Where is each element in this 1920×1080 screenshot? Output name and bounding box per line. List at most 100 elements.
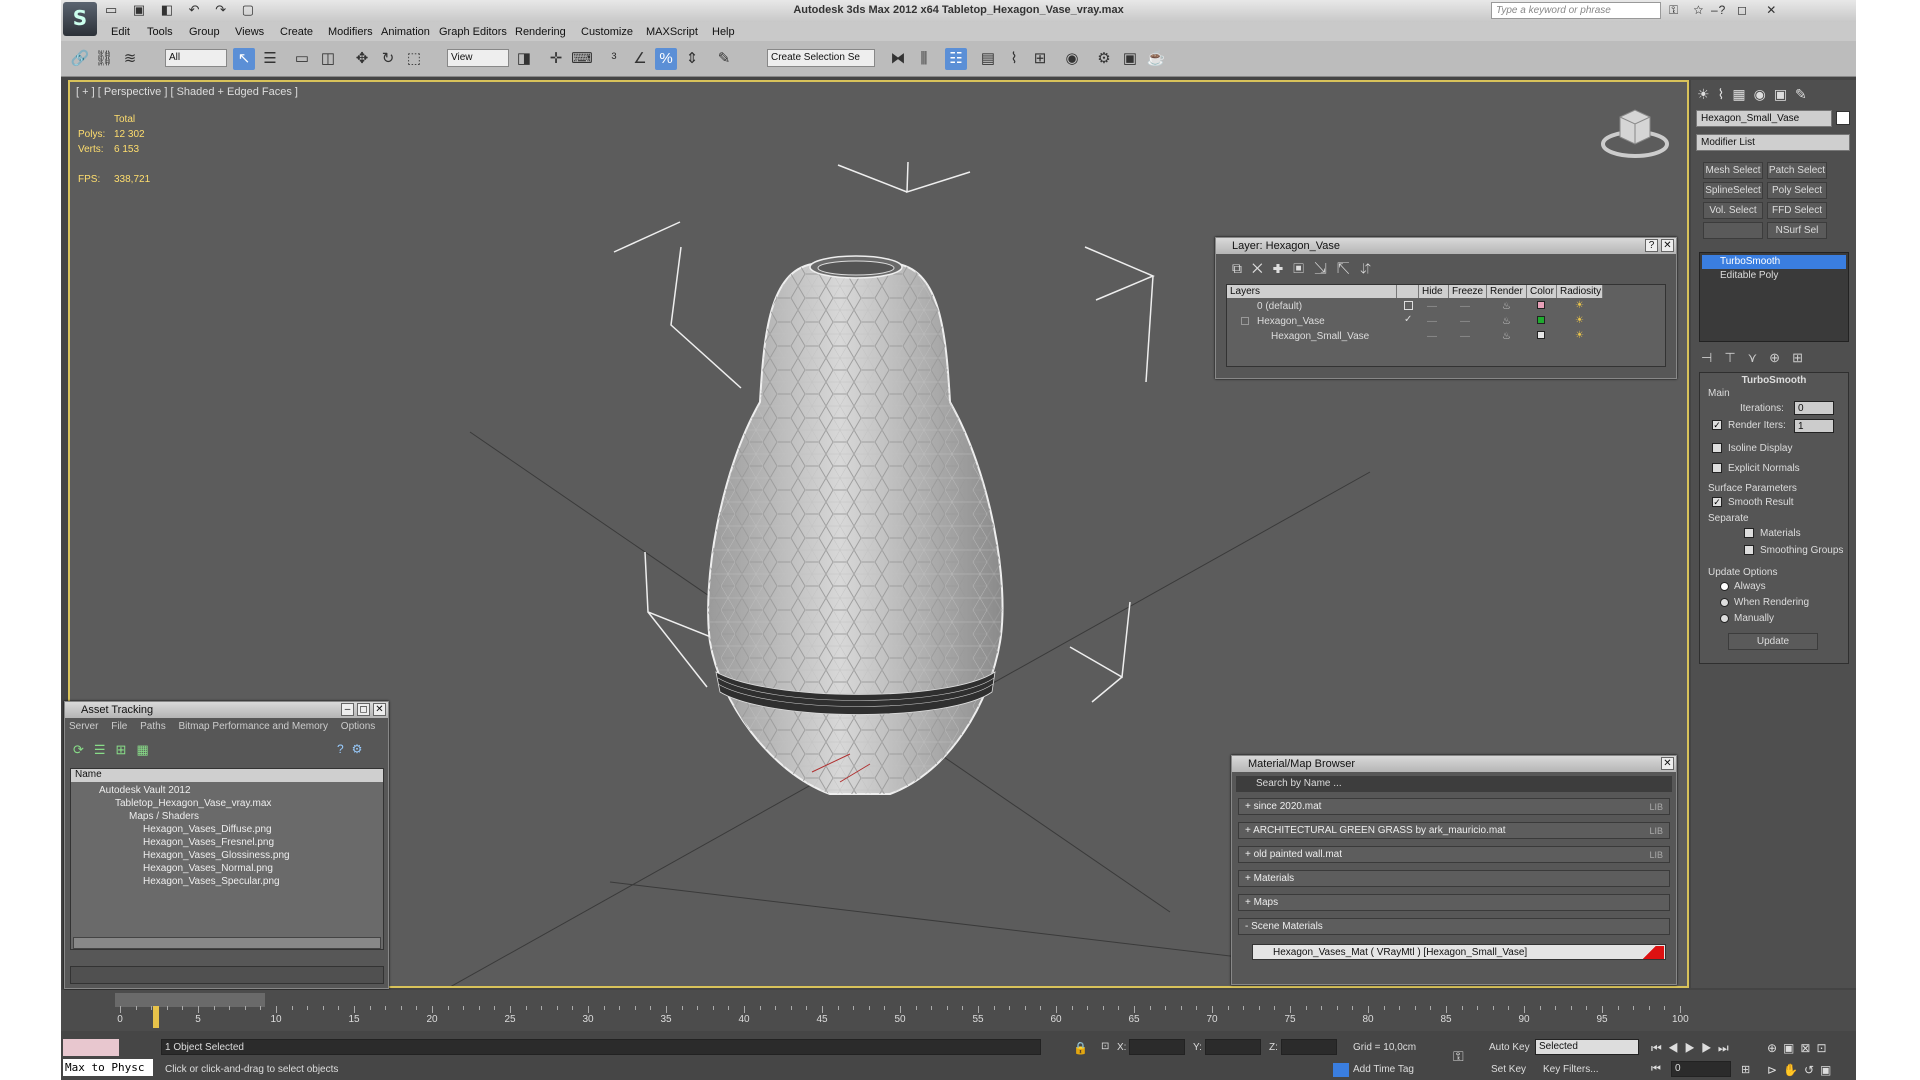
percent-snap-icon[interactable]: % xyxy=(655,48,677,70)
mat-group-scene[interactable]: - Scene Materials xyxy=(1238,918,1670,935)
smoothing-groups-checkbox[interactable] xyxy=(1744,545,1754,555)
select-manipulate-icon[interactable]: ✛ xyxy=(545,48,567,70)
move-icon[interactable]: ✥ xyxy=(351,48,373,70)
col-freeze[interactable]: Freeze xyxy=(1449,285,1487,298)
close-icon[interactable]: ✕ xyxy=(1661,757,1674,770)
material-editor-icon[interactable]: ◉ xyxy=(1061,48,1083,70)
hide-toggles[interactable]: — — — xyxy=(1427,299,1437,344)
menu-create[interactable]: Create xyxy=(280,26,313,38)
explicit-normals-checkbox[interactable] xyxy=(1712,463,1722,473)
asset-row-specular[interactable]: Hexagon_Vases_Specular.png xyxy=(143,876,280,887)
angle-snap-icon[interactable]: ∠ xyxy=(629,48,651,70)
rendered-frame-icon[interactable]: ▣ xyxy=(1119,48,1141,70)
mat-group-maps[interactable]: + Maps xyxy=(1238,894,1670,911)
scale-icon[interactable]: ⬚ xyxy=(403,48,425,70)
mesh-select-button[interactable]: Mesh Select xyxy=(1703,162,1763,179)
timeline-ticks[interactable]: 0 5 10 15 20 25 30 35 40 45 50 55 60 65 70 75 80 85 90 95 10… xyxy=(115,1006,1689,1030)
spinner-snap-icon[interactable]: ⇕ xyxy=(681,48,703,70)
render-teapot-icons[interactable]: ♨ ♨ ♨ xyxy=(1502,299,1511,344)
key-mode-dropdown[interactable]: Selected xyxy=(1535,1039,1639,1055)
z-coord-field[interactable] xyxy=(1281,1039,1337,1055)
close-icon[interactable]: ✕ xyxy=(373,703,386,716)
col-color[interactable]: Color xyxy=(1527,285,1557,298)
poly-select-button[interactable]: Poly Select xyxy=(1767,182,1827,199)
asset-menu-bitmap[interactable]: Bitmap Performance and Memory xyxy=(179,721,329,732)
add-time-tag[interactable]: Add Time Tag xyxy=(1353,1064,1414,1075)
viewcube-icon[interactable] xyxy=(1600,102,1670,162)
schematic-view-icon[interactable]: ⊞ xyxy=(1029,48,1051,70)
freeze-toggles[interactable]: — — — xyxy=(1460,299,1470,344)
mat-lib-wall[interactable]: + old painted wall.mat LIB xyxy=(1238,846,1670,863)
time-config-icon[interactable]: ⊞ xyxy=(1741,1063,1750,1076)
bind-spacewarp-icon[interactable]: ≋ xyxy=(119,48,141,70)
key-mode-toggle-icon[interactable]: ⏮ xyxy=(1651,1063,1661,1076)
object-color-swatch[interactable] xyxy=(1836,111,1850,125)
window-controls[interactable]: ‒ ◻ ✕ xyxy=(1711,3,1784,17)
reference-coord-dropdown[interactable]: View xyxy=(447,49,509,67)
asset-row-maps[interactable]: Maps / Shaders xyxy=(129,811,199,822)
asset-menu-options[interactable]: Options xyxy=(341,721,375,732)
render-iters-spinner[interactable]: 1 xyxy=(1794,419,1834,433)
timeline[interactable]: 0 / 100 05101520253035404550556065707580… xyxy=(61,990,1856,1031)
col-radiosity[interactable]: Radiosity xyxy=(1557,285,1603,298)
asset-menu-server[interactable]: Server xyxy=(69,721,98,732)
viewport-nav-icons-2[interactable]: ⊳✋↺▣ xyxy=(1767,1063,1837,1077)
named-selection-dropdown[interactable]: Create Selection Se xyxy=(767,49,875,67)
scene-material-item[interactable]: Hexagon_Vases_Mat ( VRayMtl ) [Hexagon_S… xyxy=(1252,944,1666,960)
rotate-icon[interactable]: ↻ xyxy=(377,48,399,70)
link-icon[interactable]: 🔗 xyxy=(69,48,91,70)
layer-manager-window[interactable]: Layer: Hexagon_Vase ? ✕ ⧉✕✚▣⇲⇱⇵ Layers H… xyxy=(1215,237,1677,379)
spline-select-button[interactable]: SplineSelect xyxy=(1703,182,1763,199)
menu-animation[interactable]: Animation xyxy=(381,26,430,38)
asset-tracking-window[interactable]: Asset Tracking ‒ ◻ ✕ Server File Paths B… xyxy=(64,701,389,989)
empty-button[interactable] xyxy=(1703,222,1763,239)
viewport-label[interactable]: [ + ] [ Perspective ] [ Shaded + Edged F… xyxy=(76,86,298,98)
update-button[interactable]: Update xyxy=(1728,633,1818,650)
layer-color-swatch-1[interactable] xyxy=(1537,316,1545,324)
menu-help[interactable]: Help xyxy=(712,26,735,38)
keyboard-shortcut-icon[interactable]: ⌨ xyxy=(571,48,593,70)
layer-row-hexagon-small-vase[interactable]: Hexagon_Small_Vase xyxy=(1271,331,1369,342)
modifier-list-dropdown[interactable]: Modifier List xyxy=(1696,134,1850,151)
current-frame-field[interactable]: 0 xyxy=(1671,1061,1731,1077)
asset-row-vault[interactable]: Autodesk Vault 2012 xyxy=(99,785,191,796)
selection-filter-dropdown[interactable]: All xyxy=(165,49,227,67)
time-tag-icon[interactable] xyxy=(1333,1063,1349,1077)
mat-lib-since2020[interactable]: + since 2020.mat LIB xyxy=(1238,798,1670,815)
mat-lib-grass[interactable]: + ARCHITECTURAL GREEN GRASS by ark_mauri… xyxy=(1238,822,1670,839)
nsurf-sel-button[interactable]: NSurf Sel xyxy=(1767,222,1827,239)
render-setup-icon[interactable]: ⚙ xyxy=(1093,48,1115,70)
graphite-tools-icon[interactable]: ▤ xyxy=(977,48,999,70)
close-icon[interactable]: ✕ xyxy=(1661,239,1674,252)
object-name-field[interactable]: Hexagon_Small_Vase xyxy=(1696,110,1832,127)
maxscript-listener[interactable] xyxy=(63,1039,119,1056)
stack-item-editable-poly[interactable]: Editable Poly xyxy=(1702,269,1846,283)
edit-named-selection-icon[interactable]: ✎ xyxy=(713,48,735,70)
auto-key-button[interactable]: Auto Key xyxy=(1489,1042,1530,1053)
material-search-input[interactable]: Search by Name ... xyxy=(1236,776,1672,792)
maxscript-input[interactable]: Max to Physc xyxy=(63,1059,153,1076)
col-hide[interactable]: Hide xyxy=(1419,285,1449,298)
menu-edit[interactable]: Edit xyxy=(111,26,130,38)
select-object-icon[interactable]: ↖ xyxy=(233,48,255,70)
asset-row-normal[interactable]: Hexagon_Vases_Normal.png xyxy=(143,863,273,874)
absolute-mode-icon[interactable]: ⊡ xyxy=(1101,1041,1109,1052)
mirror-icon[interactable]: ⧓ xyxy=(887,48,909,70)
vol-select-button[interactable]: Vol. Select xyxy=(1703,202,1763,219)
asset-window-title[interactable]: Asset Tracking xyxy=(65,702,388,718)
menu-maxscript[interactable]: MAXScript xyxy=(646,26,698,38)
layer-toolbar[interactable]: ⧉✕✚▣⇲⇱⇵ xyxy=(1232,260,1381,277)
manually-radio[interactable] xyxy=(1720,614,1729,623)
key-filters-button[interactable]: Key Filters... xyxy=(1543,1064,1599,1075)
layer-color-swatch-0[interactable] xyxy=(1537,301,1545,309)
render-production-icon[interactable]: ☕ xyxy=(1145,48,1167,70)
mat-group-materials[interactable]: + Materials xyxy=(1238,870,1670,887)
render-iters-checkbox[interactable]: ✓ xyxy=(1712,420,1722,430)
iterations-spinner[interactable]: 0 xyxy=(1794,401,1834,415)
menu-customize[interactable]: Customize xyxy=(581,26,633,38)
menu-rendering[interactable]: Rendering xyxy=(515,26,566,38)
asset-row-fresnel[interactable]: Hexagon_Vases_Fresnel.png xyxy=(143,837,274,848)
layer-row-default[interactable]: 0 (default) xyxy=(1257,301,1302,312)
asset-row-glossiness[interactable]: Hexagon_Vases_Glossiness.png xyxy=(143,850,290,861)
layer-window-title[interactable]: Layer: Hexagon_Vase xyxy=(1216,238,1676,254)
